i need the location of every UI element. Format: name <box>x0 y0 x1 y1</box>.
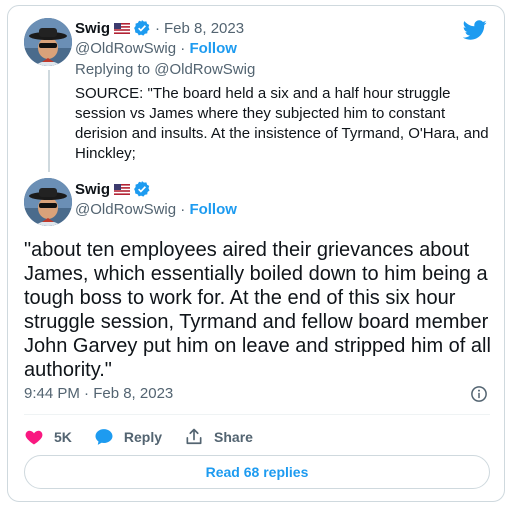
avatar-image <box>24 18 72 66</box>
main-tweet-handle-row: @OldRowSwig · Follow <box>75 200 237 220</box>
us-flag-icon <box>114 183 131 195</box>
avatar[interactable] <box>24 18 72 66</box>
us-flag-icon <box>114 22 131 34</box>
main-tweet-name-row: Swig <box>75 179 151 199</box>
action-bar: 5K Reply Share <box>24 425 275 449</box>
reply-tweet-name-row: Swig · Feb 8, 2023 <box>75 18 244 38</box>
reply-tweet-text: SOURCE: "The board held a six and a half… <box>75 85 489 162</box>
thread-connector-line <box>48 70 50 172</box>
tweet-timestamp[interactable]: 9:44 PM · Feb 8, 2023 <box>24 385 173 402</box>
reply-button[interactable]: Reply <box>94 427 162 447</box>
info-icon[interactable] <box>470 385 488 403</box>
read-replies-button[interactable]: Read 68 replies <box>24 455 490 489</box>
embedded-tweet-card: Swig · Feb 8, 2023 @OldRowSwig · Follow … <box>7 5 505 502</box>
replying-to-label[interactable]: Replying to @OldRowSwig <box>75 61 255 78</box>
heart-icon <box>25 430 43 445</box>
display-name[interactable]: Swig <box>75 20 110 37</box>
main-tweet-text: "about ten employees aired their grievan… <box>24 239 491 381</box>
twitter-bird-icon[interactable] <box>463 18 487 42</box>
follow-button[interactable]: Follow <box>189 201 237 218</box>
share-icon <box>186 428 202 445</box>
avatar-image <box>24 178 72 226</box>
speech-bubble-icon <box>95 429 113 445</box>
reply-label: Reply <box>123 429 163 445</box>
divider <box>24 414 490 415</box>
user-handle[interactable]: @OldRowSwig <box>75 40 176 57</box>
tweet-date[interactable]: Feb 8, 2023 <box>164 20 244 37</box>
reply-tweet-handle-row: @OldRowSwig · Follow <box>75 39 237 59</box>
display-name[interactable]: Swig <box>75 181 110 198</box>
user-handle[interactable]: @OldRowSwig <box>75 201 176 218</box>
separator-dot: · <box>155 19 161 37</box>
like-count: 5K <box>54 429 72 445</box>
like-button[interactable]: 5K <box>24 427 72 447</box>
share-button[interactable]: Share <box>184 427 253 447</box>
avatar[interactable] <box>24 178 72 226</box>
follow-button[interactable]: Follow <box>189 40 237 57</box>
share-label: Share <box>214 429 253 445</box>
verified-badge-icon <box>134 181 150 197</box>
verified-badge-icon <box>134 20 150 36</box>
